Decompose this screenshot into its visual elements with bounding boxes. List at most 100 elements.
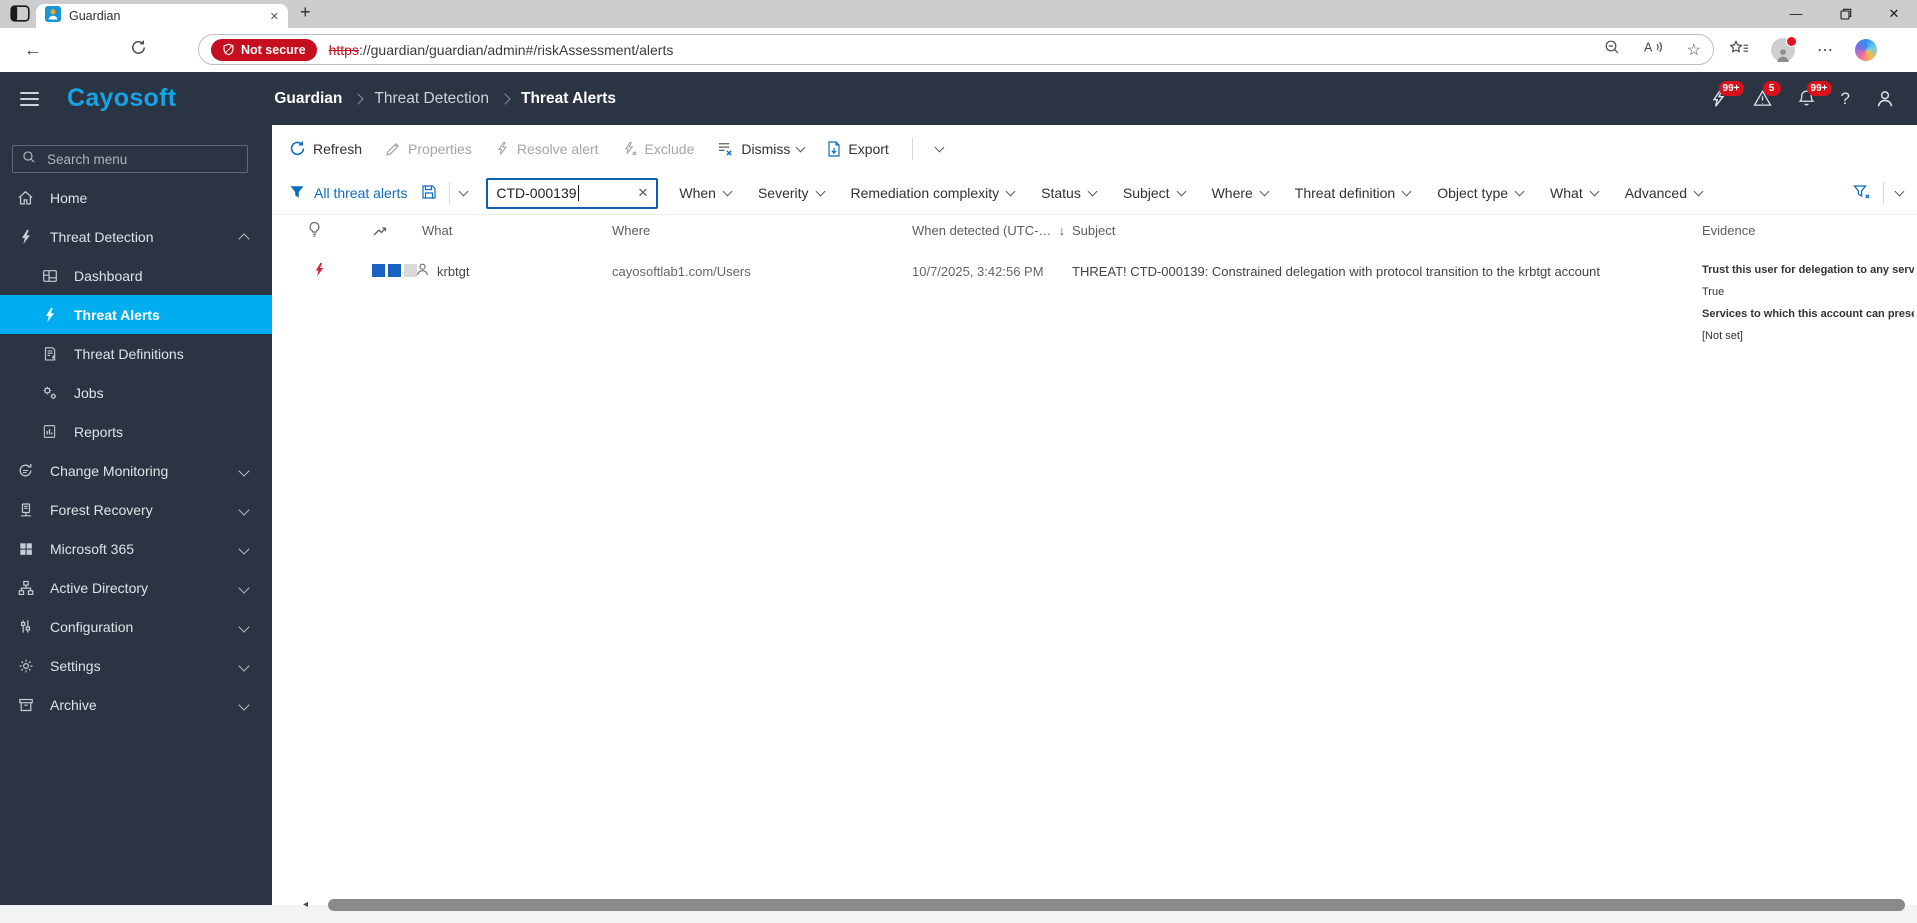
window-restore-button[interactable] — [1825, 0, 1867, 27]
home-icon — [16, 189, 35, 206]
tab-title: Guardian — [69, 9, 121, 23]
clear-search-icon[interactable]: ✕ — [637, 185, 648, 201]
search-value: CTD-000139 — [496, 185, 577, 201]
filter-object-type[interactable]: Object type — [1437, 185, 1525, 201]
filter-advanced[interactable]: Advanced — [1625, 185, 1704, 201]
filter-where[interactable]: Where — [1212, 185, 1270, 201]
read-aloud-icon[interactable]: A — [1644, 40, 1663, 59]
export-button[interactable]: Export — [827, 141, 889, 157]
column-where[interactable]: Where — [612, 223, 650, 238]
lightbulb-column-icon[interactable] — [308, 221, 321, 241]
sidebar-item-home[interactable]: Home — [0, 178, 272, 217]
sidebar-item-archive[interactable]: Archive — [0, 685, 272, 724]
browser-tab[interactable]: Guardian ✕ — [36, 4, 288, 28]
url-rest: ://guardian/guardian/admin#/riskAssessme… — [358, 41, 674, 58]
favicon — [45, 5, 61, 27]
sidebar-item-forest-recovery[interactable]: Forest Recovery — [0, 490, 272, 529]
sidebar-item-configuration[interactable]: Configuration — [0, 607, 272, 646]
not-secure-badge[interactable]: Not secure — [211, 38, 317, 61]
sidebar: Home Threat Detection Dashboard Threat A… — [0, 125, 272, 905]
sidebar-item-reports[interactable]: Reports — [0, 412, 272, 451]
refresh-button[interactable]: Refresh — [289, 140, 362, 157]
chevron-down-icon — [1514, 186, 1525, 197]
breadcrumb-guardian[interactable]: Guardian — [274, 90, 342, 108]
filter-overflow-chevron-icon[interactable] — [1894, 186, 1905, 197]
filter-what[interactable]: What — [1550, 185, 1600, 201]
window-close-button[interactable]: ✕ — [1873, 0, 1915, 27]
chevron-down-icon — [238, 698, 250, 711]
browser-profile-avatar[interactable] — [1771, 36, 1797, 62]
alert-search-box[interactable]: CTD-000139 ✕ — [486, 177, 659, 209]
copilot-icon[interactable] — [1855, 39, 1877, 61]
properties-button: Properties — [385, 141, 472, 157]
dismiss-button[interactable]: Dismiss — [717, 140, 806, 157]
sidebar-item-dashboard[interactable]: Dashboard — [0, 256, 272, 295]
favorites-bar-icon[interactable] — [1729, 39, 1749, 61]
back-icon[interactable]: ← — [24, 40, 42, 61]
severity-column-icon[interactable] — [372, 222, 388, 241]
zoom-out-icon[interactable] — [1604, 39, 1620, 60]
text-caret — [577, 185, 579, 201]
alert-row[interactable]: krbtgt cayosoftlab1.com/Users 10/7/2025,… — [272, 248, 1917, 346]
toolbar-overflow-chevron-icon[interactable] — [934, 142, 945, 152]
filter-status[interactable]: Status — [1041, 185, 1098, 201]
save-filter-icon[interactable] — [421, 184, 437, 203]
favorite-star-icon[interactable]: ☆ — [1687, 40, 1701, 60]
filter-threat-definition[interactable]: Threat definition — [1295, 185, 1412, 201]
sidebar-item-change-monitoring[interactable]: Change Monitoring — [0, 451, 272, 490]
notifications-button[interactable]: 99+ — [1797, 81, 1832, 108]
sidebar-item-microsoft-365[interactable]: Microsoft 365 — [0, 529, 272, 568]
resolve-alert-button: Resolve alert — [495, 141, 599, 157]
preset-chevron-icon[interactable] — [458, 186, 469, 197]
column-evidence[interactable]: Evidence — [1702, 223, 1755, 238]
sidebar-item-active-directory[interactable]: Active Directory — [0, 568, 272, 607]
clear-filter-icon[interactable] — [1853, 184, 1871, 203]
severity-indicator — [372, 264, 420, 280]
new-tab-button[interactable]: + — [300, 2, 311, 23]
tab-close-icon[interactable]: ✕ — [270, 10, 279, 23]
threat-count-badge: 99+ — [1718, 81, 1744, 96]
chevron-down-icon — [1589, 186, 1600, 197]
filter-bar: All threat alerts CTD-000139 ✕ When Seve… — [272, 172, 1917, 215]
reload-icon[interactable] — [130, 39, 147, 61]
sidebar-search[interactable] — [12, 145, 248, 173]
column-subject[interactable]: Subject — [1072, 223, 1115, 238]
chevron-down-icon — [1087, 186, 1098, 197]
document-lightning-icon — [40, 346, 59, 362]
hamburger-menu-icon[interactable] — [20, 91, 39, 106]
sidebar-search-input[interactable] — [45, 150, 229, 168]
address-field[interactable]: Not secure https://guardian/guardian/adm… — [198, 34, 1714, 65]
filter-remediation-complexity[interactable]: Remediation complexity — [851, 185, 1016, 201]
sidebar-item-threat-definitions[interactable]: Threat Definitions — [0, 334, 272, 373]
filter-severity[interactable]: Severity — [758, 185, 825, 201]
column-when-detected[interactable]: When detected (UTC-… ↓ — [912, 223, 1065, 238]
column-what[interactable]: What — [422, 223, 452, 238]
filter-when[interactable]: When — [679, 185, 733, 201]
dismiss-icon — [719, 143, 733, 156]
sidebar-item-settings[interactable]: Settings — [0, 646, 272, 685]
person-icon — [1777, 49, 1789, 62]
workspaces-icon[interactable] — [10, 5, 30, 27]
chevron-down-icon — [1005, 186, 1016, 197]
exclude-button: Exclude — [622, 141, 694, 157]
sidebar-item-threat-alerts[interactable]: Threat Alerts — [0, 295, 272, 334]
sidebar-item-jobs[interactable]: Jobs — [0, 373, 272, 412]
sort-descending-icon[interactable]: ↓ — [1059, 223, 1066, 238]
account-button[interactable] — [1875, 89, 1895, 109]
sidebar-item-threat-detection[interactable]: Threat Detection — [0, 217, 272, 256]
window-minimize-button[interactable]: — — [1775, 0, 1817, 27]
person-icon — [1877, 90, 1893, 106]
gears-icon — [40, 384, 59, 401]
pencil-icon — [386, 142, 400, 156]
filter-preset[interactable]: All threat alerts — [314, 185, 407, 201]
help-button[interactable]: ? — [1841, 89, 1850, 109]
threat-alerts-bell-button[interactable]: 99+ — [1709, 81, 1744, 108]
breadcrumb-threat-detection[interactable]: Threat Detection — [374, 90, 489, 108]
filter-subject[interactable]: Subject — [1123, 185, 1187, 201]
sliders-icon — [16, 619, 35, 634]
warnings-button[interactable]: 5 — [1752, 81, 1781, 108]
horizontal-scrollbar-thumb[interactable] — [328, 899, 1905, 911]
browser-menu-icon[interactable]: ⋯ — [1817, 40, 1833, 60]
forest-recovery-icon — [16, 502, 35, 518]
scrollbar-left-arrow[interactable]: ◂ — [303, 899, 308, 910]
